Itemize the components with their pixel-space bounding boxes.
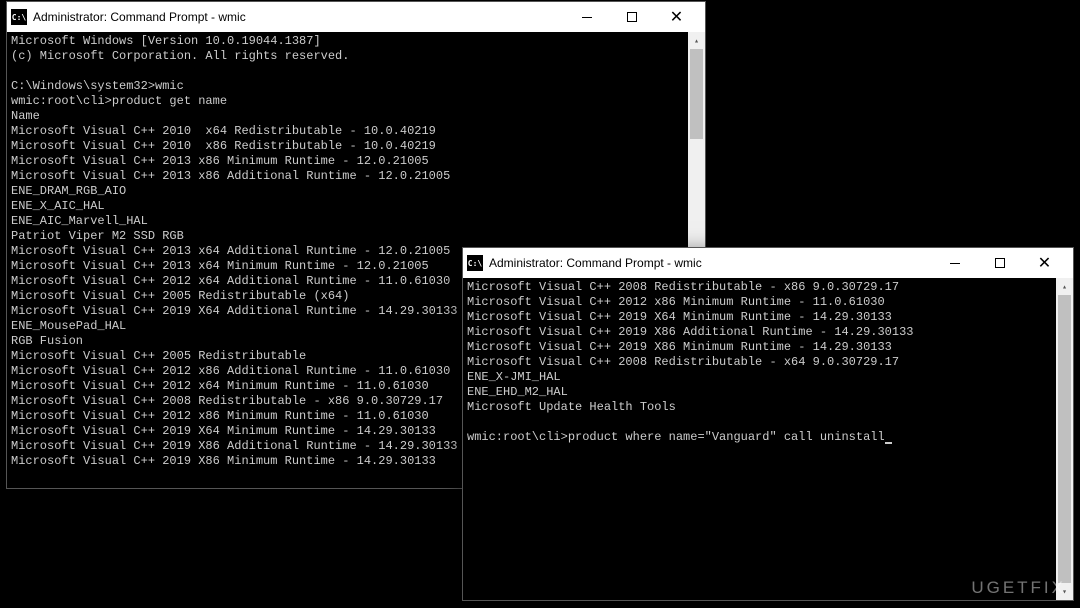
cmd-icon: C:\	[11, 9, 27, 25]
cmd-icon: C:\	[467, 255, 483, 271]
window-title: Administrator: Command Prompt - wmic	[33, 10, 564, 24]
watermark: UGETFIX	[971, 578, 1066, 598]
scroll-thumb[interactable]	[1058, 295, 1071, 595]
terminal-output[interactable]: Microsoft Visual C++ 2008 Redistributabl…	[463, 278, 1073, 600]
minimize-button[interactable]	[932, 248, 977, 278]
scrollbar[interactable]: ▴ ▾	[1056, 278, 1073, 600]
window-title: Administrator: Command Prompt - wmic	[489, 256, 932, 270]
titlebar[interactable]: C:\ Administrator: Command Prompt - wmic…	[463, 248, 1073, 278]
minimize-button[interactable]	[564, 2, 609, 32]
close-button[interactable]: ✕	[1022, 248, 1067, 278]
cursor	[885, 442, 892, 444]
scroll-up-button[interactable]: ▴	[1056, 278, 1073, 295]
cmd-window-front: C:\ Administrator: Command Prompt - wmic…	[462, 247, 1074, 601]
scroll-up-button[interactable]: ▴	[688, 32, 705, 49]
maximize-button[interactable]	[977, 248, 1022, 278]
maximize-button[interactable]	[609, 2, 654, 32]
scroll-thumb[interactable]	[690, 49, 703, 139]
titlebar[interactable]: C:\ Administrator: Command Prompt - wmic…	[7, 2, 705, 32]
close-button[interactable]: ✕	[654, 2, 699, 32]
